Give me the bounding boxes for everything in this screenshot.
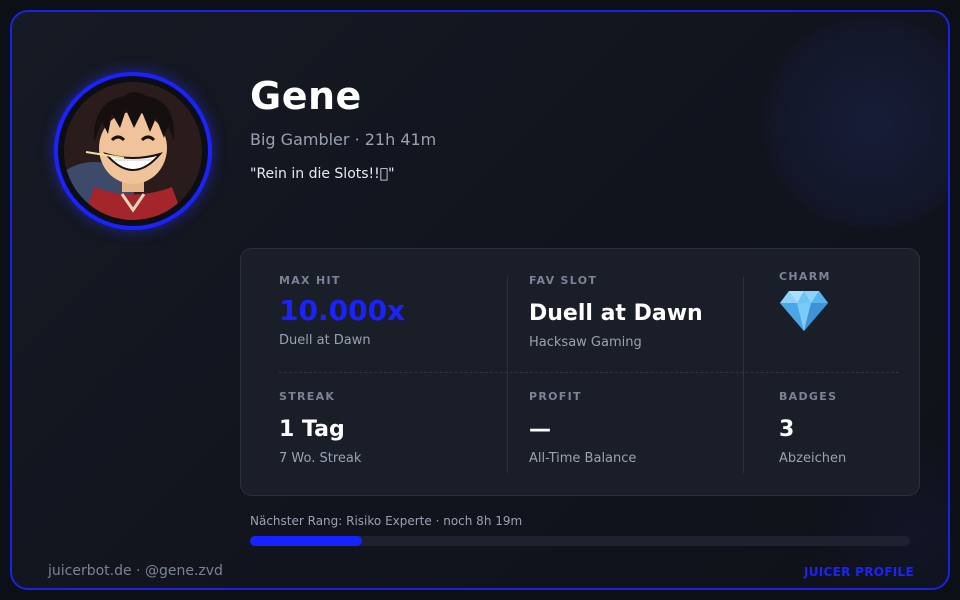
stat-value: 10.000x [279,294,406,327]
background-glow [752,18,948,228]
avatar-ring [54,72,212,230]
stat-max-hit: MAX HIT 10.000x Duell at Dawn [279,274,405,348]
stat-profit: PROFIT — All-Time Balance [529,390,636,466]
stats-panel: MAX HIT 10.000x Duell at Dawn FAV SLOT D… [240,248,920,496]
footer-brand: JUICER PROFILE [803,565,914,579]
stat-sub: All-Time Balance [529,451,637,466]
stat-label: PROFIT [529,390,582,403]
stat-value: — [529,417,551,442]
diamond-icon [779,289,831,337]
profile-card: Gene Big Gambler · 21h 41m "Rein in die … [10,10,950,590]
row-divider [279,372,899,373]
next-rank-label: Nächster Rang: Risiko Experte · noch 8h … [250,514,523,528]
stat-sub: Abzeichen [779,451,847,466]
stat-label: MAX HIT [279,274,341,287]
avatar [64,82,202,220]
stat-label: STREAK [279,390,336,403]
stat-value: 3 [779,417,795,442]
stat-sub: 7 Wo. Streak [279,451,362,466]
stat-badges: BADGES 3 Abzeichen [779,390,846,466]
stat-value: 1 Tag [279,417,345,442]
stat-fav-slot: FAV SLOT Duell at Dawn Hacksaw Gaming [529,274,703,350]
stat-label: CHARM [779,270,831,283]
column-divider [743,277,744,473]
avatar-image [64,82,202,220]
stat-value: Duell at Dawn [529,301,703,326]
column-divider [507,277,508,473]
rank-progress-fill [250,536,363,546]
stat-streak: STREAK 1 Tag 7 Wo. Streak [279,390,361,466]
stat-sub: Hacksaw Gaming [529,335,642,350]
profile-name: Gene [250,74,362,118]
stat-label: FAV SLOT [529,274,598,287]
stat-charm: CHARM [779,270,831,337]
footer-handle: juicerbot.de · @gene.zvd [48,563,223,579]
stat-sub: Duell at Dawn [279,333,371,348]
stat-label: BADGES [779,390,838,403]
profile-quote: "Rein in die Slots!!⃞" [250,166,395,182]
profile-subtitle: Big Gambler · 21h 41m [250,130,437,149]
rank-progress-bar [250,536,910,546]
